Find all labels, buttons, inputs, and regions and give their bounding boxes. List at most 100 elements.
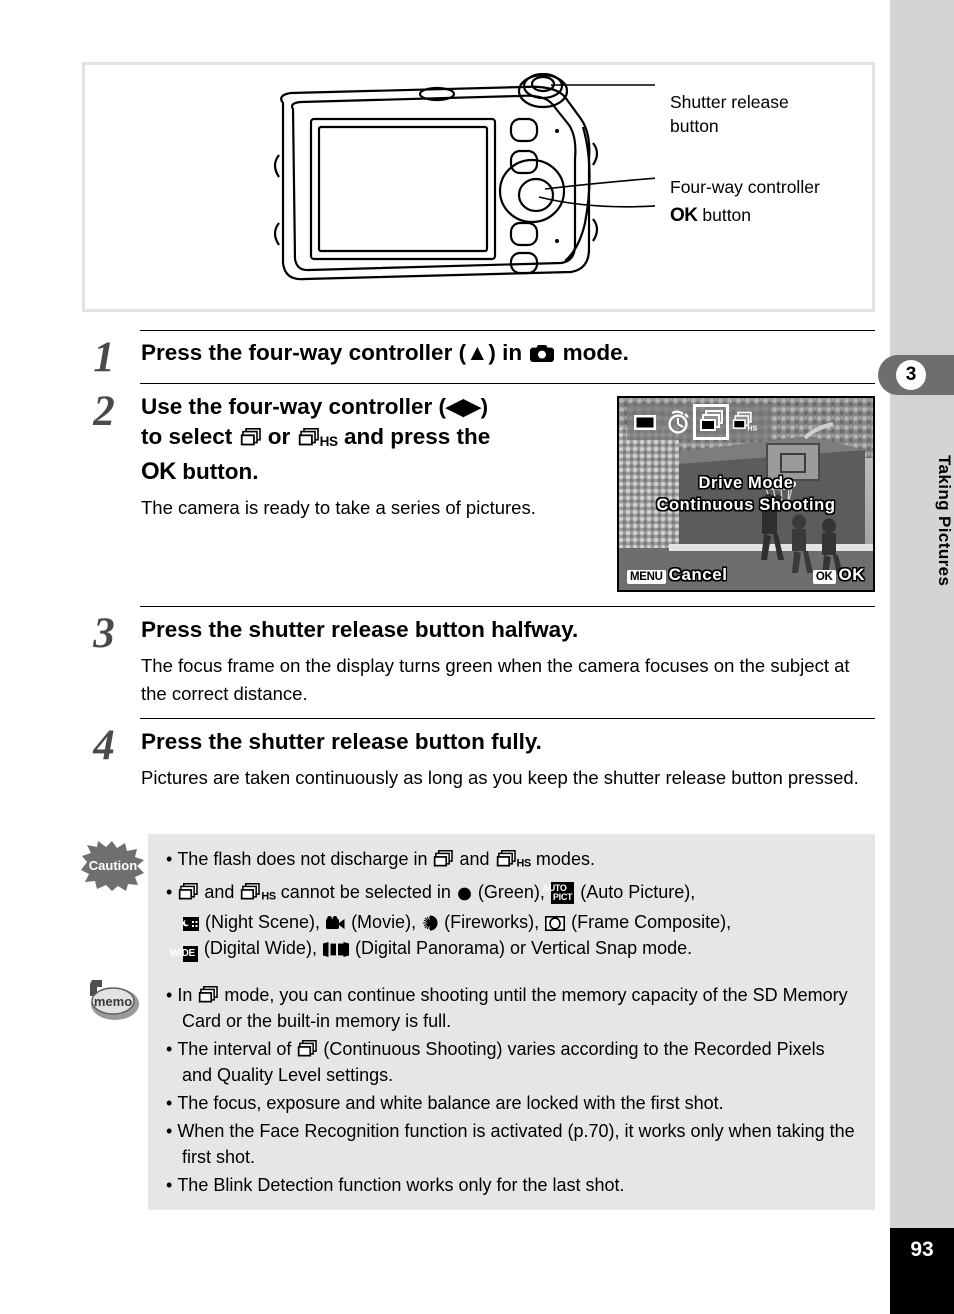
step-2-body: The camera is ready to take a series of …	[141, 497, 536, 518]
bullet-icon: •	[166, 1039, 173, 1059]
step-2-line2-a: to select	[141, 424, 239, 449]
callout-fourway-label: Four-way controller	[670, 177, 820, 197]
ok-confirm-label: OK	[838, 565, 865, 584]
digital-panorama-mode-icon	[322, 942, 349, 958]
callout-ok-label: button	[697, 205, 752, 225]
step-3-rule	[140, 606, 875, 607]
caution-box: • The flash does not discharge in and HS …	[148, 834, 875, 975]
step-1-rule	[140, 330, 875, 331]
ok-keycap: OK	[812, 570, 836, 584]
night-scene-mode-icon	[183, 917, 199, 932]
page-content: Shutter release button Four-way controll…	[0, 0, 890, 1314]
high-speed-continuous-shooting-icon	[298, 428, 319, 446]
chapter-number-badge: 3	[896, 360, 926, 390]
step-4-number: 4	[93, 722, 115, 769]
caution-seg-framecomposite: (Frame Composite),	[566, 912, 732, 933]
step-2-line2-b: and press the	[337, 424, 491, 449]
step-3-body: The focus frame on the display turns gre…	[141, 655, 850, 704]
step-3-number: 3	[93, 610, 115, 657]
memo-list: • In mode, you can continue shooting unti…	[148, 970, 875, 1210]
bullet-icon: •	[166, 1121, 173, 1141]
step-2-line1-b: )	[480, 394, 489, 419]
callout-ok-button: OK button	[670, 203, 880, 228]
step-2-line3-b: button.	[176, 459, 259, 485]
memo-item-5: • The Blink Detection function works only…	[166, 1172, 859, 1198]
continuous-shooting-icon	[298, 1040, 318, 1057]
caution-item-2: • and HS cannot be selected in (Green), …	[166, 879, 859, 963]
bullet-icon: •	[166, 1093, 173, 1113]
digital-wide-mode-icon: WIDE	[170, 946, 198, 963]
lcd-ok-confirm[interactable]: OK OK	[812, 565, 865, 585]
memo-item3-text: The focus, exposure and white balance ar…	[177, 1093, 724, 1113]
svg-text:memo: memo	[94, 994, 132, 1009]
caution-seg-a: and	[199, 881, 240, 902]
continuous-shooting-icon	[434, 850, 454, 867]
caution-seg-b: cannot be selected in	[275, 881, 456, 902]
caution-seg-wide: (Digital Wide),	[198, 938, 322, 959]
up-arrow-icon: ▲	[466, 340, 489, 365]
bullet-icon: •	[166, 849, 173, 869]
step-2-heading: Use the four-way controller (◀▶) to sele…	[141, 392, 641, 487]
callout-four-way-controller: Four-way controller	[670, 175, 880, 199]
caution-list: • The flash does not discharge in and HS …	[148, 834, 875, 974]
camera-mode-icon	[530, 345, 555, 362]
movie-mode-icon	[326, 916, 345, 930]
step-4-heading: Press the shutter release button fully.	[141, 729, 542, 754]
drive-mode-icon-bar[interactable]: HS	[627, 404, 771, 440]
self-timer-icon[interactable]	[665, 409, 691, 435]
hs-subscript-label: HS	[261, 890, 276, 903]
step-1-heading: Press the four-way controller (▲) in mod…	[141, 338, 876, 368]
svg-text:HS: HS	[747, 426, 757, 433]
memo-item-4: • When the Face Recognition function is a…	[166, 1118, 859, 1170]
menu-cancel-label: Cancel	[668, 565, 728, 584]
step-1-heading-part-c: mode.	[556, 340, 629, 365]
step-2-line1-a: Use the four-way controller (	[141, 394, 447, 419]
caution-badge-icon: Caution	[81, 841, 144, 891]
svg-text:Caution: Caution	[89, 858, 137, 873]
bullet-icon: •	[166, 1175, 173, 1195]
callout-shutter-release-button: Shutter release button	[670, 90, 870, 138]
continuous-shooting-icon	[179, 882, 199, 900]
ok-button-glyph-step2: OK	[141, 458, 177, 486]
camera-illustration-frame: Shutter release button Four-way controll…	[82, 62, 875, 312]
caution-seg-green: (Green),	[472, 881, 550, 902]
continuous-shooting-icon[interactable]	[693, 404, 729, 440]
camera-rear-view-drawing	[273, 73, 655, 281]
high-speed-continuous-icon[interactable]: HS	[731, 409, 757, 435]
caution-seg-movie: (Movie),	[346, 912, 422, 933]
step-2-number: 2	[93, 388, 115, 435]
auto-picture-mode-icon: AUTO PICT	[543, 881, 575, 904]
lcd-title-line1: Drive Mode	[698, 474, 794, 492]
step-4-rule	[140, 718, 875, 719]
step-4-body: Pictures are taken continuously as long …	[141, 767, 859, 788]
continuous-shooting-icon	[240, 428, 261, 446]
memo-box: • In mode, you can continue shooting unti…	[148, 970, 875, 1210]
lcd-menu-cancel[interactable]: MENU Cancel	[627, 565, 727, 585]
green-mode-icon	[457, 887, 471, 901]
menu-keycap: MENU	[627, 570, 666, 584]
frame-composite-mode-icon	[545, 916, 566, 932]
memo-item-3: • The focus, exposure and white balance a…	[166, 1090, 859, 1116]
step-1-heading-part-a: Press the four-way controller (	[141, 340, 467, 365]
memo-item1-a: In	[177, 985, 198, 1005]
caution-seg-night: (Night Scene),	[200, 912, 326, 933]
high-speed-continuous-shooting-icon	[496, 850, 516, 867]
step-1-number: 1	[93, 334, 115, 381]
chapter-title-vertical: Taking Pictures	[935, 455, 954, 587]
continuous-shooting-icon	[199, 986, 219, 1003]
chapter-sidebar: 3 Taking Pictures 93	[878, 0, 954, 1314]
lcd-drive-mode-title: Drive Mode Continuous Shooting	[619, 472, 873, 516]
ok-button-glyph: OK	[670, 205, 698, 226]
high-speed-continuous-shooting-icon	[241, 882, 261, 900]
caution-item-1: • The flash does not discharge in and HS …	[166, 849, 595, 870]
memo-item5-text: The Blink Detection function works only …	[177, 1175, 625, 1195]
caution-seg-panorama: (Digital Panorama) or Vertical Snap mode…	[349, 938, 693, 959]
left-right-arrows-icon: ◀▶	[446, 394, 481, 419]
step-3-heading: Press the shutter release button halfway…	[141, 617, 579, 642]
bullet-icon: •	[166, 985, 173, 1005]
step-2-line2-mid: or	[261, 424, 297, 449]
lcd-title-line2: Continuous Shooting	[656, 496, 836, 514]
hs-subscript-label: HS	[516, 857, 532, 870]
standard-shooting-icon[interactable]	[632, 409, 658, 435]
caution-seg-autopict: (Auto Picture),	[575, 881, 696, 902]
